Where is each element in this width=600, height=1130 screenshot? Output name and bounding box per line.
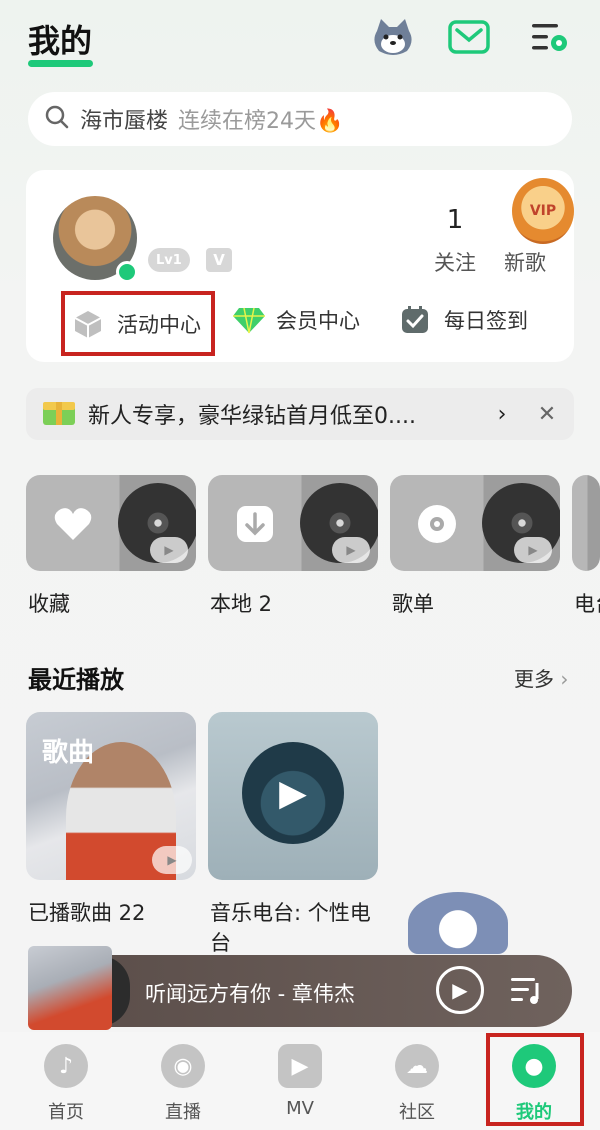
chevron-right-icon[interactable]: › [484, 402, 520, 427]
activity-center-label: 活动中心 [117, 312, 201, 337]
recent-songs-caption: 已播歌曲 22 [28, 901, 146, 925]
calendar-check-icon [400, 305, 430, 335]
mail-icon[interactable] [446, 14, 492, 60]
online-badge-icon [116, 261, 138, 283]
mascot-avatar-icon[interactable] [370, 14, 416, 60]
new-songs-label[interactable]: 新歌 [495, 247, 555, 277]
promo-banner[interactable]: 新人专享，豪华绿钻首月低至0.... › ✕ [26, 388, 574, 440]
player-album-cover[interactable] [28, 946, 112, 1030]
eye-icon: ◉ [161, 1044, 205, 1088]
nav-community-label: 社区 [399, 1102, 435, 1123]
nav-home[interactable]: ♪ 首页 [16, 1040, 116, 1126]
more-link[interactable]: 更多 › [514, 663, 568, 692]
promo-text: 新人专享，豪华绿钻首月低至0.... [88, 404, 416, 429]
play-icon[interactable]: ▶ [332, 537, 370, 563]
now-playing-text: 听闻远方有你 - 章伟杰 [145, 982, 355, 1006]
recent-songs-cover[interactable]: 歌曲 ▶ [26, 712, 196, 880]
daily-checkin-button[interactable]: 每日签到 [400, 300, 528, 340]
cover-label: 歌曲 [42, 738, 95, 768]
tile-local[interactable]: ▶ [208, 475, 378, 571]
tile-playlist[interactable]: ▶ [390, 475, 560, 571]
tile-radio-label: 电台 [574, 592, 600, 616]
community-icon: ☁ [395, 1044, 439, 1088]
activity-center-button[interactable]: 活动中心 [61, 291, 215, 356]
play-icon[interactable]: ▶ [514, 537, 552, 563]
nav-mv[interactable]: ▶ MV [250, 1040, 350, 1126]
cube-icon [73, 309, 103, 339]
title-underline [28, 60, 93, 67]
nav-live-label: 直播 [165, 1102, 201, 1123]
nav-community[interactable]: ☁ 社区 [367, 1040, 467, 1126]
nav-home-label: 首页 [48, 1102, 84, 1123]
page-title: 我的 [28, 22, 93, 60]
gift-box-icon [42, 398, 76, 430]
video-play-icon: ▶ [278, 1044, 322, 1088]
member-center-button[interactable]: 会员中心 [232, 300, 360, 340]
search-text: 海市蜃楼 [80, 109, 169, 134]
radio-cover[interactable]: ▶ [208, 712, 378, 880]
follow-label[interactable]: 关注 [425, 247, 485, 277]
play-pause-button[interactable]: ▶ [436, 966, 484, 1014]
search-icon [44, 104, 70, 134]
playlist-icon[interactable] [506, 970, 546, 1010]
level-badge[interactable]: Lv1 [148, 248, 190, 272]
home-note-icon: ♪ [44, 1044, 88, 1088]
search-bar[interactable]: 海市蜃楼 连续在榜24天🔥 [28, 92, 572, 146]
play-icon[interactable]: ▶ [152, 846, 192, 874]
play-circle-icon[interactable]: ▶ [242, 742, 344, 844]
search-hint: 连续在榜24天🔥 [178, 109, 344, 134]
mascot-icon [408, 892, 508, 954]
member-center-label: 会员中心 [276, 309, 360, 333]
tile-local-label: 本地 2 [210, 592, 273, 616]
disc-icon [416, 503, 458, 545]
recent-title: 最近播放 [28, 666, 124, 694]
follow-count: 1 [446, 205, 464, 235]
close-icon[interactable]: ✕ [520, 402, 574, 427]
tile-favorites-label: 收藏 [28, 592, 70, 616]
vip-badge-icon[interactable]: VIP [512, 178, 574, 244]
tile-radio[interactable] [572, 475, 600, 571]
vip-level-icon[interactable]: V [206, 248, 232, 272]
diamond-icon [232, 305, 265, 335]
download-icon [234, 503, 276, 545]
tile-playlist-label: 歌单 [392, 592, 434, 616]
tile-favorites[interactable]: ▶ [26, 475, 196, 571]
heart-icon [52, 503, 94, 545]
nav-mv-label: MV [286, 1098, 314, 1119]
chevron-right-icon: › [560, 667, 569, 691]
play-icon[interactable]: ▶ [150, 537, 188, 563]
daily-checkin-label: 每日签到 [444, 309, 528, 333]
radio-caption: 音乐电台: 个性电台 [210, 901, 371, 955]
highlight-frame [486, 1033, 584, 1126]
menu-settings-icon[interactable] [526, 14, 572, 60]
more-label: 更多 [514, 667, 554, 691]
nav-live[interactable]: ◉ 直播 [133, 1040, 233, 1126]
